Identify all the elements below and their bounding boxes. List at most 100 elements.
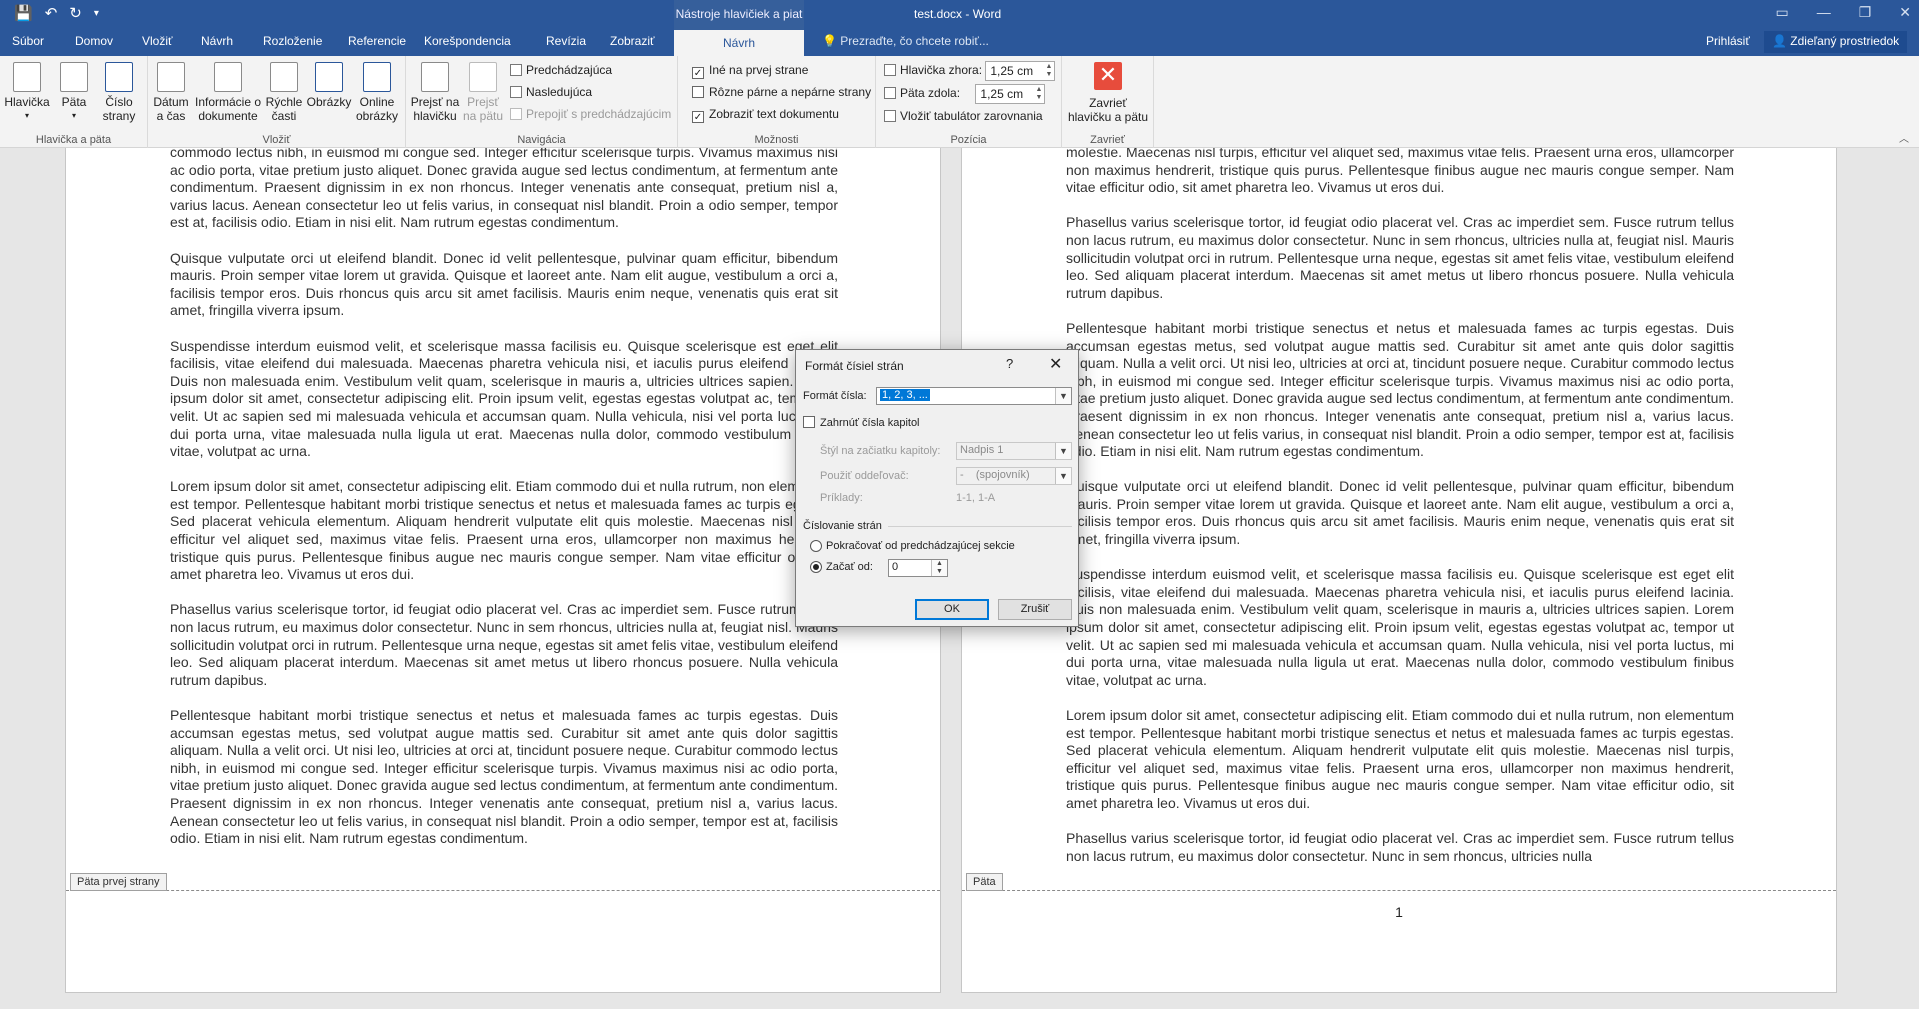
footer-icon	[60, 62, 88, 92]
tab-insert[interactable]: Vložiť	[142, 34, 173, 48]
undo-icon[interactable]: ↶	[45, 4, 58, 24]
spinner-arrows-icon[interactable]: ▲ ▼	[1045, 63, 1052, 79]
group-label-position: Pozícia	[950, 134, 987, 146]
redo-icon[interactable]: ↻	[69, 4, 82, 24]
tab-view[interactable]: Zobraziť	[610, 34, 655, 48]
group-label-options: Možnosti	[754, 134, 799, 146]
paragraph: Pellentesque habitant morbi tristique se…	[170, 707, 838, 847]
show-document-text-checkbox[interactable]: ✓ Zobraziť text dokumentu	[692, 107, 839, 123]
header-from-top: Hlavička zhora: 1,25 cm ▲ ▼	[884, 61, 1056, 81]
collapse-ribbon-icon[interactable]: ︿	[1899, 130, 1909, 145]
ok-button[interactable]: OK	[915, 599, 989, 620]
spinner-arrows-icon[interactable]: ▲ ▼	[1035, 86, 1042, 102]
paragraph: Phasellus varius scelerisque tortor, id …	[1066, 214, 1734, 301]
chevron-down-icon: ▼	[1055, 443, 1071, 459]
goto-header-button[interactable]: Prejsť na hlavičku	[410, 62, 460, 123]
page-body[interactable]: commodo lectus nibh, in euismod mi congu…	[170, 148, 838, 865]
quick-parts-label-2: časti	[271, 109, 297, 123]
header-button[interactable]: Hlavička ▾	[4, 62, 50, 123]
cancel-button[interactable]: Zrušiť	[998, 599, 1072, 620]
page-number-icon	[105, 62, 133, 92]
paragraph: commodo lectus nibh, in euismod mi congu…	[170, 148, 838, 231]
footer-from-bottom-input[interactable]: 1,25 cm ▲ ▼	[975, 84, 1046, 104]
document-info-button[interactable]: Informácie o dokumente	[192, 62, 264, 123]
checkbox-checked-icon: ✓	[692, 67, 704, 79]
goto-footer-button[interactable]: Prejsť na pätu	[462, 62, 504, 123]
calendar-icon	[157, 62, 185, 92]
tab-design[interactable]: Návrh	[201, 34, 233, 48]
group-insert: Dátum a čas Informácie o dokumente Rýchl…	[148, 56, 406, 148]
pictures-button[interactable]: Obrázky	[306, 62, 352, 109]
start-at-value: 0	[892, 561, 899, 573]
tab-references[interactable]: Referencie	[348, 34, 406, 48]
goto-footer-label-2: na pätu	[462, 109, 504, 123]
goto-header-icon	[421, 62, 449, 92]
previous-icon	[510, 64, 522, 76]
different-first-page-checkbox[interactable]: ✓ Iné na prvej strane	[692, 63, 808, 79]
window-controls: ▭ — ❐ ✕	[1775, 4, 1911, 21]
goto-footer-icon	[469, 62, 497, 92]
previous-button[interactable]: Predchádzajúca	[510, 63, 612, 77]
tab-layout[interactable]: Rozloženie	[263, 34, 322, 48]
different-odd-even-checkbox[interactable]: Rôzne párne a nepárne strany	[692, 85, 871, 99]
close-window-icon[interactable]: ✕	[1899, 4, 1911, 21]
online-pictures-button[interactable]: Online obrázky	[354, 62, 400, 123]
continue-from-previous-radio[interactable]: Pokračovať od predchádzajúcej sekcie	[810, 540, 1015, 552]
page-number-button[interactable]: Číslo strany	[98, 62, 140, 123]
help-icon[interactable]: ?	[1006, 356, 1013, 371]
number-format-select[interactable]: 1, 2, 3, ... ▼	[876, 387, 1072, 405]
maximize-icon[interactable]: ❐	[1859, 4, 1872, 21]
include-chapter-label: Zahrnúť čísla kapitol	[820, 417, 920, 429]
date-time-button[interactable]: Dátum a čas	[150, 62, 192, 123]
checkbox-checked-icon: ✓	[692, 111, 704, 123]
checkbox-unchecked-icon	[803, 416, 815, 428]
share-button[interactable]: 👤 Zdieľaný prostriedok	[1764, 31, 1908, 53]
previous-label: Predchádzajúca	[526, 63, 613, 77]
link-to-previous-button[interactable]: Prepojiť s predchádzajúcim	[510, 107, 671, 121]
tab-home[interactable]: Domov	[75, 34, 113, 48]
number-format-value: 1, 2, 3, ...	[880, 389, 930, 401]
examples-label: Príklady:	[820, 492, 863, 504]
tab-header-footer-design[interactable]: Návrh	[674, 30, 804, 56]
signin-link[interactable]: Prihlásiť	[1706, 34, 1750, 48]
next-button[interactable]: Nasledujúca	[510, 85, 592, 99]
paragraph: Quisque vulputate orci ut eleifend bland…	[170, 249, 838, 319]
customize-icon[interactable]: ▾	[94, 4, 99, 24]
ribbon-display-icon[interactable]: ▭	[1775, 4, 1788, 21]
lightbulb-icon: 💡	[822, 34, 841, 48]
chevron-down-icon: ▼	[1055, 388, 1071, 404]
tell-me-text: Prezraďte, čo chcete robiť...	[840, 34, 989, 48]
quick-parts-button[interactable]: Rýchle časti	[264, 62, 304, 123]
footer-button[interactable]: Päta ▾	[56, 62, 92, 123]
show-document-text-label: Zobraziť text dokumentu	[709, 107, 839, 121]
tab-file[interactable]: Súbor	[12, 34, 44, 48]
tab-mailings[interactable]: Korešpondencia	[424, 34, 511, 48]
minimize-icon[interactable]: —	[1817, 4, 1831, 21]
start-at-input[interactable]: 0 ▲ ▼	[888, 559, 948, 577]
goto-header-label-2: hlavičku	[413, 109, 457, 123]
page-number[interactable]: 1	[962, 904, 1836, 920]
spinner-arrows-icon[interactable]: ▲ ▼	[931, 560, 947, 576]
page-body[interactable]: molestie. Maecenas nisl turpis, efficitu…	[1066, 148, 1734, 883]
insert-alignment-tab-button[interactable]: Vložiť tabulátor zarovnania	[884, 109, 1043, 123]
paragraph: molestie. Maecenas nisl turpis, efficitu…	[1066, 148, 1734, 196]
chapter-style-value: Nadpis 1	[960, 444, 1004, 456]
start-at-radio[interactable]: Začať od:	[810, 561, 873, 573]
header-from-top-input[interactable]: 1,25 cm ▲ ▼	[985, 61, 1056, 81]
include-chapter-checkbox[interactable]: Zahrnúť čísla kapitol	[803, 416, 920, 429]
chevron-down-icon: ▼	[1055, 468, 1071, 484]
page-numbering-heading: Číslovanie strán	[803, 520, 882, 532]
chapter-style-select[interactable]: Nadpis 1 ▼	[956, 442, 1072, 460]
close-header-footer-button[interactable]: ✕ Zavrieť hlavičku a pätu	[1064, 62, 1152, 124]
paragraph: Lorem ipsum dolor sit amet, consectetur …	[170, 478, 838, 583]
dialog-title: Formát čísiel strán	[805, 359, 904, 373]
page-right: molestie. Maecenas nisl turpis, efficitu…	[961, 148, 1837, 993]
close-icon[interactable]: ✕	[1049, 354, 1062, 374]
footer-position-icon	[884, 87, 896, 100]
tab-review[interactable]: Revízia	[546, 34, 586, 48]
save-icon[interactable]: 💾	[14, 4, 33, 24]
radio-off-icon	[810, 540, 822, 552]
separator-select[interactable]: - (spojovník) ▼	[956, 467, 1072, 485]
tell-me-box[interactable]: 💡 Prezraďte, čo chcete robiť...	[822, 34, 989, 48]
different-first-page-label: Iné na prvej strane	[709, 63, 809, 77]
